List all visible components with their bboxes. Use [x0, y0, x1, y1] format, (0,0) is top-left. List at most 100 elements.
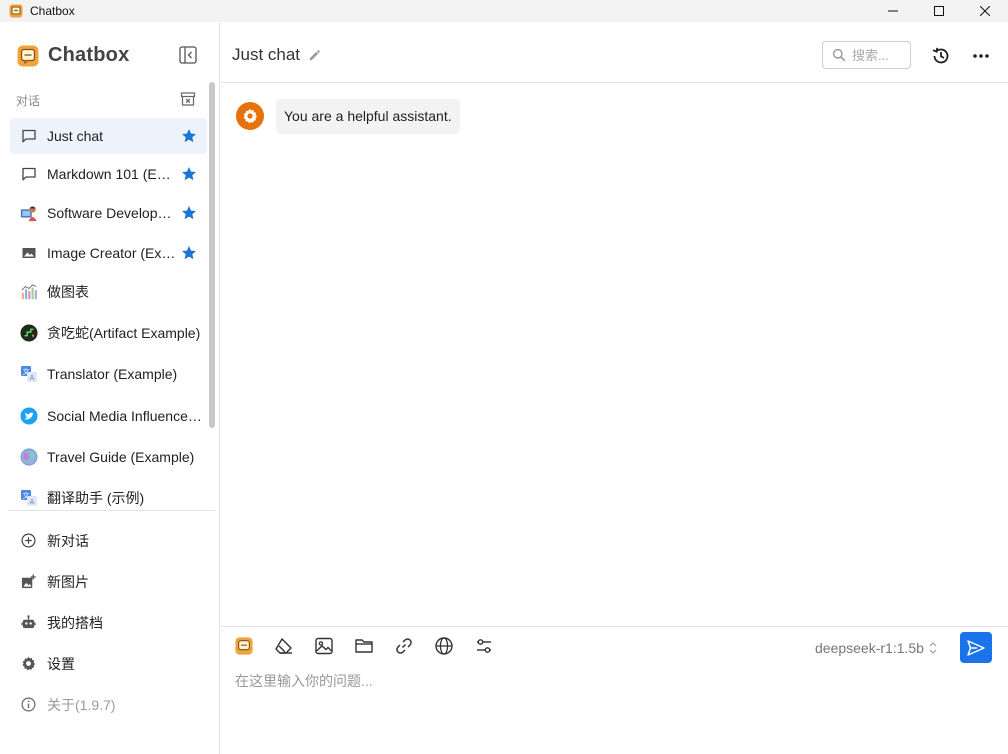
conversation-label: 做图表 [47, 284, 89, 300]
conversation-label: Software Developer (Example) [47, 205, 177, 221]
conversation-item-translation-assistant[interactable]: 文 A 翻译助手 (示例) [10, 476, 207, 520]
system-avatar [236, 102, 264, 130]
new-chat-button[interactable]: 新对话 [10, 520, 210, 561]
conversation-label: Travel Guide (Example) [47, 449, 195, 465]
conversation-label: Translator (Example) [47, 366, 178, 382]
menu-label: 设置 [47, 655, 75, 672]
conversations-section-label: 对话 [16, 94, 41, 108]
conversation-label: Image Creator (Example) [47, 245, 177, 261]
conversation-label: Markdown 101 (Example) [47, 166, 177, 182]
image-icon [22, 248, 36, 258]
sidebar-scrollbar[interactable] [209, 82, 215, 428]
settings-button[interactable]: 设置 [10, 643, 210, 684]
conversation-item-travel-guide[interactable]: Travel Guide (Example) [10, 438, 207, 476]
conversation-label: Social Media Influencer (Example) [47, 407, 203, 424]
minimize-icon [888, 10, 898, 12]
link-icon [396, 638, 412, 654]
my-copilots-button[interactable]: 我的搭档 [10, 602, 210, 643]
menu-label: 新对话 [47, 532, 89, 549]
plus-circle-icon [21, 533, 35, 548]
clear-context-button[interactable] [274, 636, 294, 656]
conversation-list: Just chat Markdown 101 (Example) S [10, 118, 207, 520]
chat-bubble-icon [22, 167, 36, 181]
star-icon[interactable] [181, 166, 197, 182]
developer-avatar-icon [20, 206, 37, 222]
conversation-label: 贪吃蛇(Artifact Example) [47, 325, 201, 341]
message-system: You are a helpful assistant. [236, 99, 460, 134]
conversation-item-snake-game[interactable]: 贪吃蛇(Artifact Example) [10, 311, 207, 355]
web-browsing-button[interactable] [434, 636, 454, 656]
star-icon[interactable] [181, 245, 197, 261]
svg-text:A: A [30, 498, 35, 506]
sidebar: Chatbox 对话 Just chat Markdown 101 (Examp… [0, 22, 220, 754]
brand-name: Chatbox [48, 44, 130, 66]
info-icon [21, 697, 35, 712]
chatbox-app-icon [9, 4, 23, 18]
conversation-item-translator[interactable]: 文 A Translator (Example) [10, 355, 207, 393]
model-selector[interactable]: deepseek-r1:1.5b [815, 640, 938, 656]
search-icon [832, 48, 846, 62]
sidebar-divider [8, 510, 215, 511]
star-icon[interactable] [181, 205, 197, 221]
folder-icon [355, 639, 373, 653]
conversation-label: Just chat [47, 128, 104, 144]
collapse-sidebar-icon[interactable] [179, 46, 197, 64]
message-bubble: You are a helpful assistant. [276, 99, 460, 134]
robot-icon [20, 615, 36, 629]
copilot-button[interactable] [234, 636, 254, 656]
conversation-item-make-chart[interactable]: 做图表 [10, 273, 207, 311]
chat-title: Just chat [232, 45, 301, 64]
eraser-icon [275, 638, 292, 654]
attach-link-button[interactable] [394, 636, 414, 656]
brand: Chatbox [17, 44, 129, 67]
gear-icon [22, 656, 35, 671]
search-box[interactable] [822, 41, 911, 69]
attach-image-button[interactable] [314, 636, 334, 656]
svg-text:A: A [30, 374, 35, 382]
translate-avatar-icon: 文 A [21, 366, 37, 382]
conversation-item-image-creator[interactable]: Image Creator (Example) [10, 233, 207, 273]
chatbox-logo-icon [17, 45, 39, 66]
search-input[interactable] [852, 47, 908, 63]
chatbox-logo-icon [235, 637, 253, 655]
globe-icon [435, 637, 453, 655]
history-icon[interactable] [931, 46, 951, 66]
conversation-item-software-developer[interactable]: Software Developer (Example) [10, 193, 207, 233]
maximize-button[interactable] [916, 0, 962, 22]
sidebar-menu: 新对话 新图片 我的搭档 设置 关于(1.9.7) [10, 520, 210, 725]
archive-icon[interactable] [180, 91, 196, 107]
add-image-icon [21, 574, 36, 589]
close-window-button[interactable] [962, 0, 1008, 22]
composer: deepseek-r1:1.5b [221, 626, 1008, 754]
model-name: deepseek-r1:1.5b [815, 640, 924, 656]
window-title: Chatbox [30, 4, 75, 18]
about-button[interactable]: 关于(1.9.7) [10, 684, 210, 725]
conversation-item-social-media-influencer[interactable]: Social Media Influencer (Example) [10, 393, 207, 438]
settings-sliders-icon [477, 639, 491, 653]
image-icon [315, 637, 333, 655]
menu-label: 新图片 [47, 573, 89, 590]
composer-toolbar [234, 636, 514, 656]
chat-bubble-icon [22, 129, 36, 143]
chart-avatar-icon [21, 284, 37, 300]
star-icon[interactable] [181, 128, 197, 144]
minimize-button[interactable] [870, 0, 916, 22]
conversation-item-markdown-101[interactable]: Markdown 101 (Example) [10, 155, 207, 193]
attach-file-button[interactable] [354, 636, 374, 656]
translate-avatar-icon: 文 A [21, 490, 37, 506]
chat-settings-button[interactable] [474, 636, 494, 656]
more-options-icon[interactable] [971, 46, 991, 66]
send-button[interactable] [960, 632, 992, 663]
globe-avatar-icon [20, 448, 38, 466]
gear-icon [243, 108, 258, 124]
window-titlebar: Chatbox [0, 0, 1008, 22]
chat-header: Just chat [221, 22, 1008, 83]
edit-pencil-icon[interactable] [308, 49, 321, 62]
new-image-button[interactable]: 新图片 [10, 561, 210, 602]
twitter-bird-icon [20, 406, 38, 425]
menu-label: 关于(1.9.7) [47, 696, 116, 713]
close-icon [980, 6, 990, 16]
main-panel: Just chat You are a helpful assistant. [221, 22, 1008, 754]
message-input[interactable] [235, 671, 995, 741]
conversation-item-just-chat[interactable]: Just chat [10, 118, 207, 154]
